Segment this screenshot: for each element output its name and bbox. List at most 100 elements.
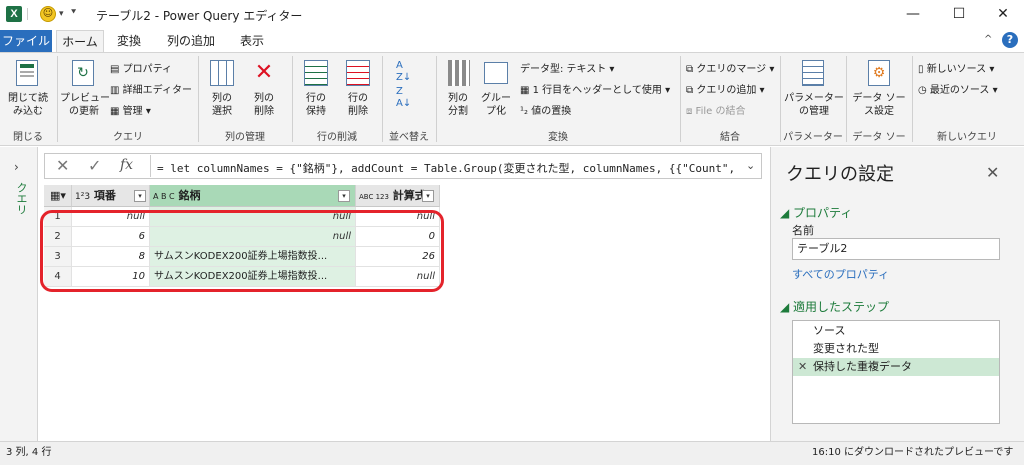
use-first-row-headers-button[interactable]: ▦ 1 行目をヘッダーとして使用 ▾ [520,81,670,96]
status-left: 3 列, 4 行 [6,447,52,458]
properties-button[interactable]: ▤ プロパティ [110,60,172,75]
keep-rows-button[interactable]: 行の 保持 [296,58,336,126]
append-queries-icon: ⧉ [686,85,697,96]
help-icon[interactable]: ? [1002,32,1018,48]
properties-section-label: プロパティ [793,206,853,220]
any-type-icon: ABC 123 [359,193,389,201]
smiley-feedback-icon[interactable]: ☺ [40,6,56,22]
group-label-combine: 結合 [720,132,740,143]
commit-formula-icon[interactable]: ✓ [88,156,101,175]
column-filter-dropdown-icon[interactable]: ▾ [134,190,146,202]
advanced-editor-icon: ▥ [110,85,123,96]
excel-app-icon: X [6,6,22,22]
data-type-dropdown[interactable]: データ型: テキスト ▾ [520,60,614,75]
collapse-ribbon-icon[interactable]: ^ [984,34,992,45]
cancel-formula-icon[interactable]: ✕ [56,156,69,175]
ribbon-divider [680,56,681,142]
column-header-formula[interactable]: ABC 123 計算式 ▾ [356,185,440,207]
maximize-button[interactable]: ☐ [936,0,982,28]
chevron-down-icon: ▾ [766,64,775,75]
collapse-triangle-icon: ◢ [780,300,794,314]
replace-values-icon: ¹₂ [520,106,532,117]
status-right: 16:10 にダウンロードされたプレビューです [812,447,1014,458]
properties-section[interactable]: ◢ プロパティ [780,204,852,221]
expand-queries-icon[interactable]: › [14,160,19,174]
recent-sources-button[interactable]: ◷ 最近のソース ▾ [918,81,998,96]
sort-descending-icon[interactable]: Z A↓ [396,86,411,110]
remove-columns-label: 列の 削除 [254,93,274,117]
use-first-row-headers-label: 1 行目をヘッダーとして使用 [532,85,662,96]
replace-values-button[interactable]: ¹₂ 値の置換 [520,102,571,117]
queries-pane-label[interactable]: クエリ [13,182,29,215]
merge-queries-button[interactable]: ⧉ クエリのマージ ▾ [686,60,774,75]
combine-files-button[interactable]: ⧈ File の結合 [686,102,745,117]
group-by-button[interactable]: グルー プ化 [478,58,514,126]
tab-file[interactable]: ファイル [0,30,52,52]
minimize-button[interactable]: — [890,0,936,28]
chevron-down-icon: ▾ [989,85,998,96]
new-source-button[interactable]: ▯ 新しいソース ▾ [918,60,994,75]
ribbon-divider [846,56,847,142]
step-label: 保持した重複データ [813,360,912,373]
column-header-brand[interactable]: A B C 銘柄 ▾ [150,185,356,207]
ribbon-divider [912,56,913,142]
step-item[interactable]: 変更された型 [793,340,999,358]
ribbon-divider [780,56,781,142]
remove-rows-button[interactable]: 行の 削除 [338,58,378,126]
tab-view[interactable]: 表示 [230,30,274,52]
data-type-label: データ型: テキスト [520,64,607,75]
choose-columns-icon [210,60,234,86]
close-icon[interactable]: ✕ [986,163,999,182]
expand-formula-icon[interactable]: ⌄ [746,159,755,172]
refresh-icon: ↻ [72,60,94,86]
applied-steps-section[interactable]: ◢ 適用したステップ [780,298,889,315]
formula-text[interactable]: = let columnNames = {"銘柄"}, addCount = T… [157,160,735,176]
step-item[interactable]: ソース [793,322,999,340]
tab-home[interactable]: ホーム [56,30,104,52]
window-title: テーブル2 - Power Query エディター [96,9,303,23]
refresh-preview-button[interactable]: ↻ プレビュー の更新 [60,58,110,126]
quick-access-customize-icon[interactable]: ⯆ [70,8,77,18]
column-header-item-no[interactable]: 1²3 項番 ▾ [72,185,150,207]
sort-ascending-icon[interactable]: A Z↓ [396,60,411,84]
data-source-settings-button[interactable]: ⚙ データ ソー ス設定 [850,58,908,126]
split-column-button[interactable]: 列の 分割 [440,58,476,126]
group-by-icon [484,62,508,84]
combine-files-label: File の結合 [695,106,746,117]
manage-parameters-button[interactable]: パラメーター の管理 [784,58,844,126]
remove-columns-button[interactable]: ✕ 列の 削除 [244,58,284,126]
close-and-load-icon [16,60,38,86]
tab-transform[interactable]: 変換 [108,30,150,52]
column-filter-dropdown-icon[interactable]: ▾ [338,190,350,202]
close-window-button[interactable]: ✕ [980,0,1024,28]
tab-add-column[interactable]: 列の追加 [156,30,226,52]
merge-queries-icon: ⧉ [686,64,697,75]
chevron-down-icon: ▾ [142,106,151,117]
table-menu-button[interactable]: ▦▾ [44,185,72,207]
advanced-editor-button[interactable]: ▥ 詳細エディター [110,81,192,96]
all-properties-link[interactable]: すべてのプロパティ [792,266,889,282]
step-item-selected[interactable]: ✕ 保持した重複データ [793,358,999,376]
column-filter-dropdown-icon[interactable]: ▾ [422,190,434,202]
refresh-preview-label: プレビュー の更新 [60,93,110,117]
chevron-down-icon: ▾ [986,64,995,75]
chevron-down-icon: ▾ [606,64,615,75]
append-queries-button[interactable]: ⧉ クエリの追加 ▾ [686,81,765,96]
delete-step-icon[interactable]: ✕ [798,358,807,376]
name-label: 名前 [792,224,814,237]
title-divider [27,8,28,20]
properties-icon: ▤ [110,64,123,75]
remove-rows-icon [346,60,370,86]
query-name-input[interactable]: テーブル2 [792,238,1000,260]
group-label-rows: 行の削減 [317,132,357,143]
close-and-load-button[interactable]: 閉じて読 み込む [6,58,50,126]
new-source-icon: ▯ [918,64,927,75]
ribbon-divider [198,56,199,142]
ribbon-divider [382,56,383,142]
smiley-dropdown-icon[interactable]: ▾ [59,9,64,19]
data-source-settings-label: データ ソー ス設定 [852,93,906,117]
manage-button[interactable]: ▦ 管理 ▾ [110,102,151,117]
append-queries-label: クエリの追加 [696,85,757,96]
number-type-icon: 1²3 [75,192,91,202]
choose-columns-button[interactable]: 列の 選択 [202,58,242,126]
